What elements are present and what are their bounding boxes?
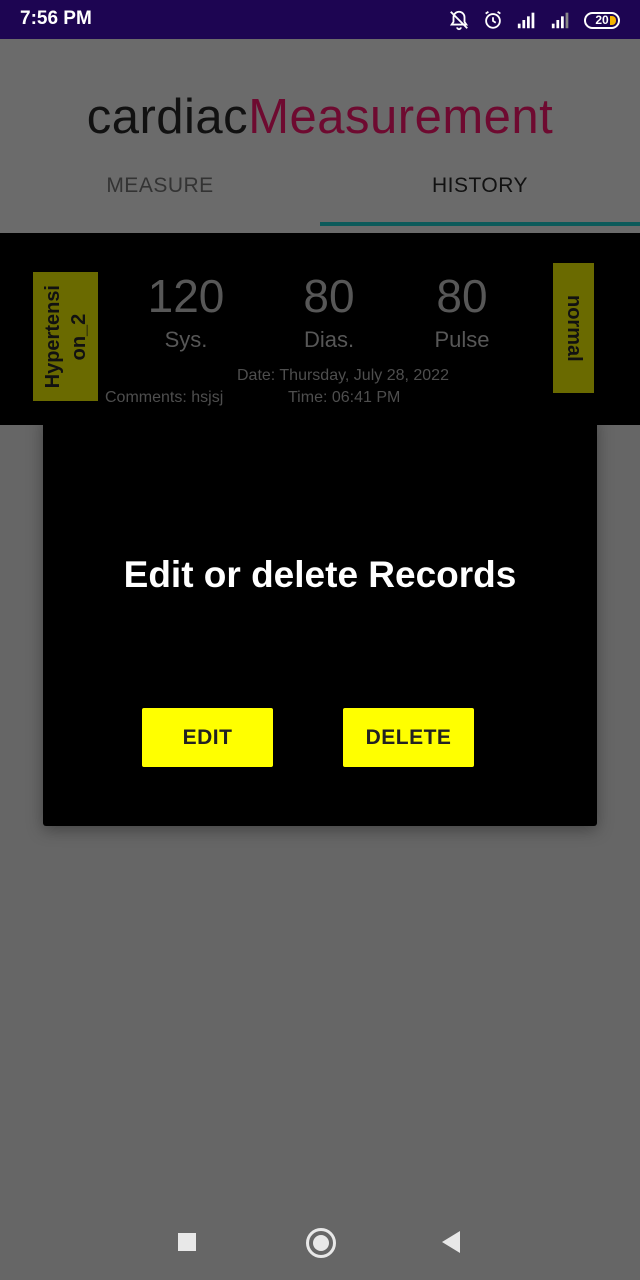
status-bar: 7:56 PM 20 bbox=[0, 0, 640, 39]
battery-level: 20 bbox=[595, 12, 609, 27]
status-tag: normal bbox=[553, 263, 594, 393]
category-tag-text: Hypertensi on_2 bbox=[40, 285, 92, 388]
app-header: cardiacMeasurement MEASURE HISTORY bbox=[0, 39, 640, 233]
systolic-value: 120 bbox=[147, 270, 225, 322]
systolic-label: Sys. bbox=[164, 327, 208, 352]
signal-icon bbox=[517, 12, 535, 29]
signal-icon bbox=[551, 12, 569, 29]
tab-history[interactable]: HISTORY bbox=[320, 174, 640, 198]
record-time: Time: 06:41 PM bbox=[288, 389, 401, 406]
battery-icon: 20 bbox=[584, 11, 620, 29]
edit-delete-dialog: Edit or delete Records EDIT DELETE bbox=[43, 416, 597, 826]
pulse-label: Pulse bbox=[434, 327, 490, 352]
status-tag-text: normal bbox=[563, 294, 585, 362]
tab-measure[interactable]: MEASURE bbox=[0, 174, 320, 198]
status-icons: 20 bbox=[448, 8, 620, 32]
tab-indicator bbox=[320, 222, 640, 226]
alarm-icon bbox=[485, 10, 501, 29]
record-date: Date: Thursday, July 28, 2022 bbox=[237, 367, 449, 384]
delete-button[interactable]: DELETE bbox=[343, 708, 474, 767]
diastolic-label: Dias. bbox=[303, 327, 355, 352]
edit-button[interactable]: EDIT bbox=[142, 708, 273, 767]
mute-icon bbox=[449, 10, 469, 31]
category-tag-line-2: on_2 bbox=[67, 313, 90, 360]
app-title: cardiacMeasurement bbox=[0, 89, 640, 145]
app-title-part1: cardiac bbox=[86, 90, 249, 144]
status-time: 7:56 PM bbox=[20, 8, 92, 29]
dialog-title: Edit or delete Records bbox=[123, 554, 517, 595]
back-icon[interactable] bbox=[442, 1231, 460, 1253]
pulse-metric: 80 Pulse bbox=[412, 271, 512, 353]
category-tag-line-1: Hypertensi bbox=[41, 284, 64, 389]
record-card[interactable]: Hypertensi on_2 120 Sys. 80 Dias. 80 Pul… bbox=[0, 233, 640, 425]
category-tag: Hypertensi on_2 bbox=[33, 272, 98, 401]
app-title-part2: Measurement bbox=[248, 90, 554, 144]
home-icon[interactable] bbox=[306, 1228, 336, 1258]
systolic-metric: 120 Sys. bbox=[136, 271, 236, 353]
diastolic-value: 80 bbox=[303, 270, 355, 322]
recents-icon[interactable] bbox=[178, 1233, 196, 1251]
pulse-value: 80 bbox=[436, 270, 488, 322]
record-comments: Comments: hsjsj bbox=[105, 389, 224, 406]
navigation-bar bbox=[0, 1202, 640, 1280]
diastolic-metric: 80 Dias. bbox=[279, 271, 379, 353]
